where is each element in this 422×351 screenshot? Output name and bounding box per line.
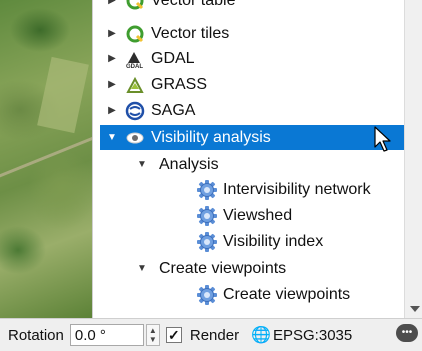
tree-item-label: GRASS bbox=[151, 76, 208, 93]
expand-arrow-icon[interactable]: ▶ bbox=[107, 72, 117, 97]
tree-item-label: Viewshed bbox=[223, 207, 293, 224]
tree-item-visibility-index[interactable]: Visibility index bbox=[189, 229, 323, 254]
gdal-icon: GDAL bbox=[125, 49, 145, 70]
tree-item-label: GDAL bbox=[151, 50, 195, 67]
map-field bbox=[37, 56, 89, 134]
expand-arrow-icon[interactable]: ▶ bbox=[107, 0, 117, 13]
tree-item-grass[interactable]: ▶ GRASS bbox=[93, 72, 207, 97]
scroll-down-icon[interactable] bbox=[410, 306, 420, 312]
collapse-arrow-icon[interactable]: ▼ bbox=[107, 125, 117, 150]
gear-icon bbox=[197, 284, 217, 305]
rotation-stepper[interactable]: ▲ ▼ bbox=[145, 324, 160, 346]
render-checkbox[interactable]: ✓ bbox=[165, 327, 182, 343]
expand-arrow-icon[interactable]: ▶ bbox=[107, 46, 117, 71]
collapse-arrow-icon[interactable]: ▼ bbox=[137, 256, 147, 281]
crs-button[interactable]: EPSG:3035 bbox=[273, 327, 352, 344]
tree-item-gdal[interactable]: ▶ GDAL GDAL bbox=[93, 46, 195, 71]
tree-item-analysis[interactable]: ▼ Analysis bbox=[93, 152, 219, 177]
tree-item-label: SAGA bbox=[151, 102, 196, 119]
collapse-arrow-icon[interactable]: ▼ bbox=[137, 152, 147, 177]
tree-item-label: Visibility analysis bbox=[151, 129, 271, 146]
tree-item-label: Create viewpoints bbox=[159, 260, 287, 277]
tree-item-label: Analysis bbox=[159, 156, 219, 173]
svg-text:GDAL: GDAL bbox=[126, 64, 143, 69]
step-down-icon[interactable]: ▼ bbox=[149, 335, 157, 344]
tree-item-vector-table[interactable]: ▶ Vector table bbox=[93, 0, 236, 13]
globe-icon[interactable]: 🌐 bbox=[251, 325, 271, 345]
tree-item-label: Visibility index bbox=[223, 233, 324, 250]
gear-icon bbox=[197, 231, 217, 252]
tree-item-intervisibility-network[interactable]: Intervisibility network bbox=[189, 177, 371, 202]
vertical-scrollbar[interactable] bbox=[404, 0, 422, 318]
tree-item-label: Vector tiles bbox=[151, 25, 230, 42]
grass-icon bbox=[125, 75, 145, 95]
render-label: Render bbox=[189, 326, 240, 344]
map-canvas[interactable] bbox=[0, 0, 126, 318]
step-up-icon[interactable]: ▲ bbox=[149, 326, 157, 335]
tree-item-create-viewpoints-group[interactable]: ▼ Create viewpoints bbox=[93, 256, 286, 281]
saga-icon bbox=[125, 101, 145, 121]
q-icon bbox=[125, 24, 145, 44]
rotation-label: Rotation bbox=[8, 326, 64, 344]
messages-icon[interactable]: ••• bbox=[396, 324, 418, 342]
eye-icon bbox=[125, 128, 145, 148]
tree-item-vector-tiles[interactable]: ▶ Vector tiles bbox=[93, 21, 229, 46]
gear-icon bbox=[197, 205, 217, 226]
q-icon bbox=[125, 0, 145, 11]
mouse-cursor-icon bbox=[374, 126, 391, 152]
tree-item-label: Intervisibility network bbox=[223, 181, 371, 198]
status-bar: Rotation ▲ ▼ ✓ Render 🌐 EPSG:3035 ••• bbox=[0, 318, 422, 351]
expand-arrow-icon[interactable]: ▶ bbox=[107, 98, 117, 123]
tree-item-label: Vector table bbox=[151, 0, 236, 9]
tree-item-label: Create viewpoints bbox=[223, 286, 351, 303]
tree-item-visibility-analysis[interactable]: ▼ Visibility analysis bbox=[100, 125, 405, 150]
rotation-input[interactable] bbox=[69, 324, 144, 346]
tree-item-saga[interactable]: ▶ SAGA bbox=[93, 98, 195, 123]
tree-item-viewshed[interactable]: Viewshed bbox=[189, 203, 292, 228]
gear-icon bbox=[197, 179, 217, 200]
processing-toolbox-tree: ▶ Vector table ▶ Vector tiles ▶ GDAL GDA… bbox=[92, 0, 422, 318]
expand-arrow-icon[interactable]: ▶ bbox=[107, 21, 117, 46]
tree-item-create-viewpoints[interactable]: Create viewpoints bbox=[189, 282, 350, 307]
